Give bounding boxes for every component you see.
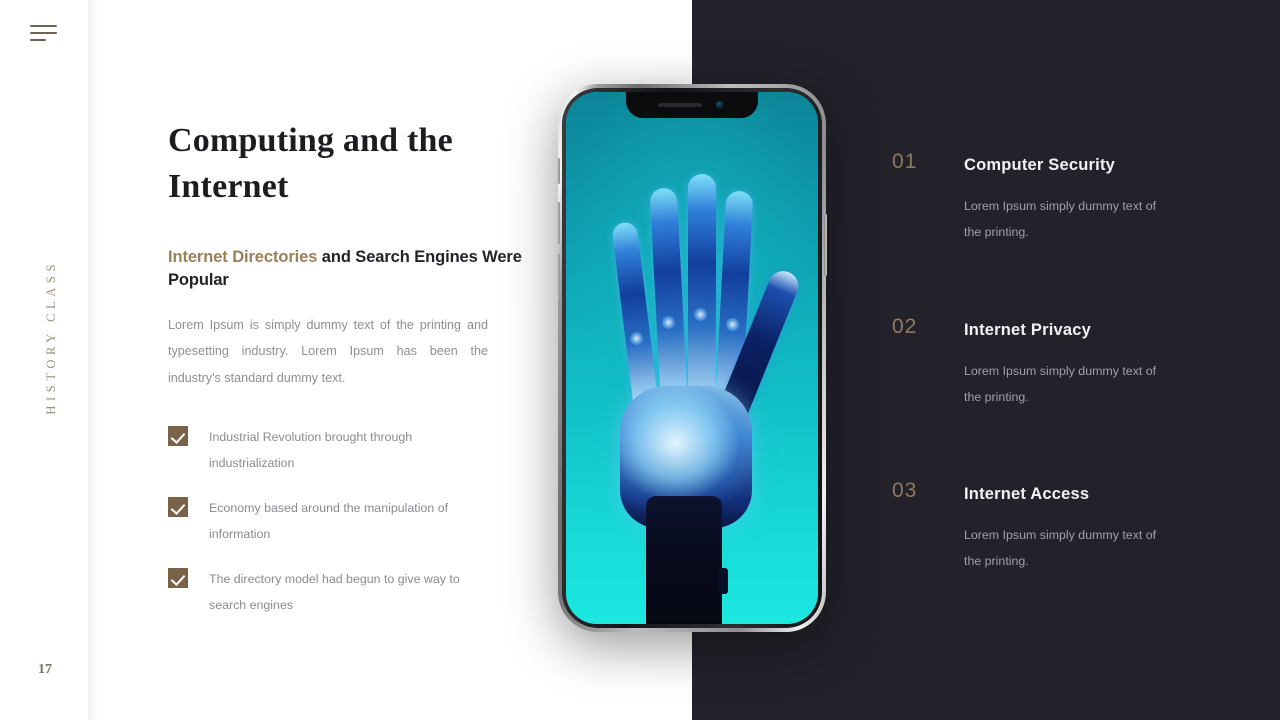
left-rail: HISTORY CLASS 17 [0, 0, 88, 720]
rail-section-label: HISTORY CLASS [44, 260, 58, 415]
feature-number: 03 [892, 479, 918, 502]
list-item: The directory model had begun to give wa… [168, 566, 568, 618]
feature-number: 02 [892, 315, 918, 338]
robotic-hand-image [602, 136, 803, 624]
feature-item-01: 01 Computer Security Lorem Ipsum simply … [892, 150, 1264, 245]
body-paragraph: Lorem Ipsum is simply dummy text of the … [168, 318, 488, 385]
checklist: Industrial Revolution brought through in… [168, 424, 568, 637]
hand-knuckle-1 [630, 332, 643, 345]
phone-volume-up-button[interactable] [557, 202, 560, 244]
feature-title: Internet Access [964, 485, 1090, 503]
hand-wrist [646, 496, 728, 624]
phone-mockup [557, 84, 827, 632]
list-item: Industrial Revolution brought through in… [168, 424, 568, 476]
phone-mute-switch[interactable] [557, 158, 560, 184]
earpiece-speaker-icon [658, 103, 702, 107]
subheading: Internet Directories and Search Engines … [168, 246, 568, 292]
phone-volume-down-button[interactable] [557, 254, 560, 296]
check-icon[interactable] [168, 568, 188, 588]
check-icon[interactable] [168, 426, 188, 446]
phone-notch [626, 92, 758, 118]
feature-description: Lorem Ipsum simply dummy text of the pri… [964, 364, 1157, 404]
phone-power-button[interactable] [824, 214, 827, 276]
feature-description: Lorem Ipsum simply dummy text of the pri… [964, 199, 1157, 239]
feature-title: Internet Privacy [964, 321, 1092, 339]
hand-knuckle-2 [662, 316, 675, 329]
rail-divider-shadow [88, 0, 98, 720]
list-item: Economy based around the manipulation of… [168, 495, 568, 547]
list-item-label: The directory model had begun to give wa… [209, 572, 460, 612]
feature-description: Lorem Ipsum simply dummy text of the pri… [964, 528, 1157, 568]
hamburger-line-2 [30, 32, 57, 34]
hamburger-line-1 [30, 25, 57, 27]
check-icon[interactable] [168, 497, 188, 517]
hamburger-line-3 [30, 39, 46, 41]
feature-number: 01 [892, 150, 918, 173]
hamburger-icon[interactable] [30, 24, 58, 44]
feature-item-02: 02 Internet Privacy Lorem Ipsum simply d… [892, 315, 1264, 410]
feature-title: Computer Security [964, 156, 1116, 174]
hand-knuckle-3 [694, 308, 707, 321]
page-title: Computing and the Internet [168, 122, 453, 205]
list-item-label: Industrial Revolution brought through in… [209, 430, 413, 470]
phone-screen [566, 92, 818, 624]
page-number: 17 [38, 662, 52, 677]
subheading-accent: Internet Directories [168, 248, 318, 266]
hand-knuckle-4 [726, 318, 739, 331]
slide-root: HISTORY CLASS 17 Computing and the Inter… [0, 0, 1280, 720]
list-item-label: Economy based around the manipulation of… [209, 501, 449, 541]
feature-item-03: 03 Internet Access Lorem Ipsum simply du… [892, 479, 1264, 574]
front-camera-icon [716, 101, 724, 109]
